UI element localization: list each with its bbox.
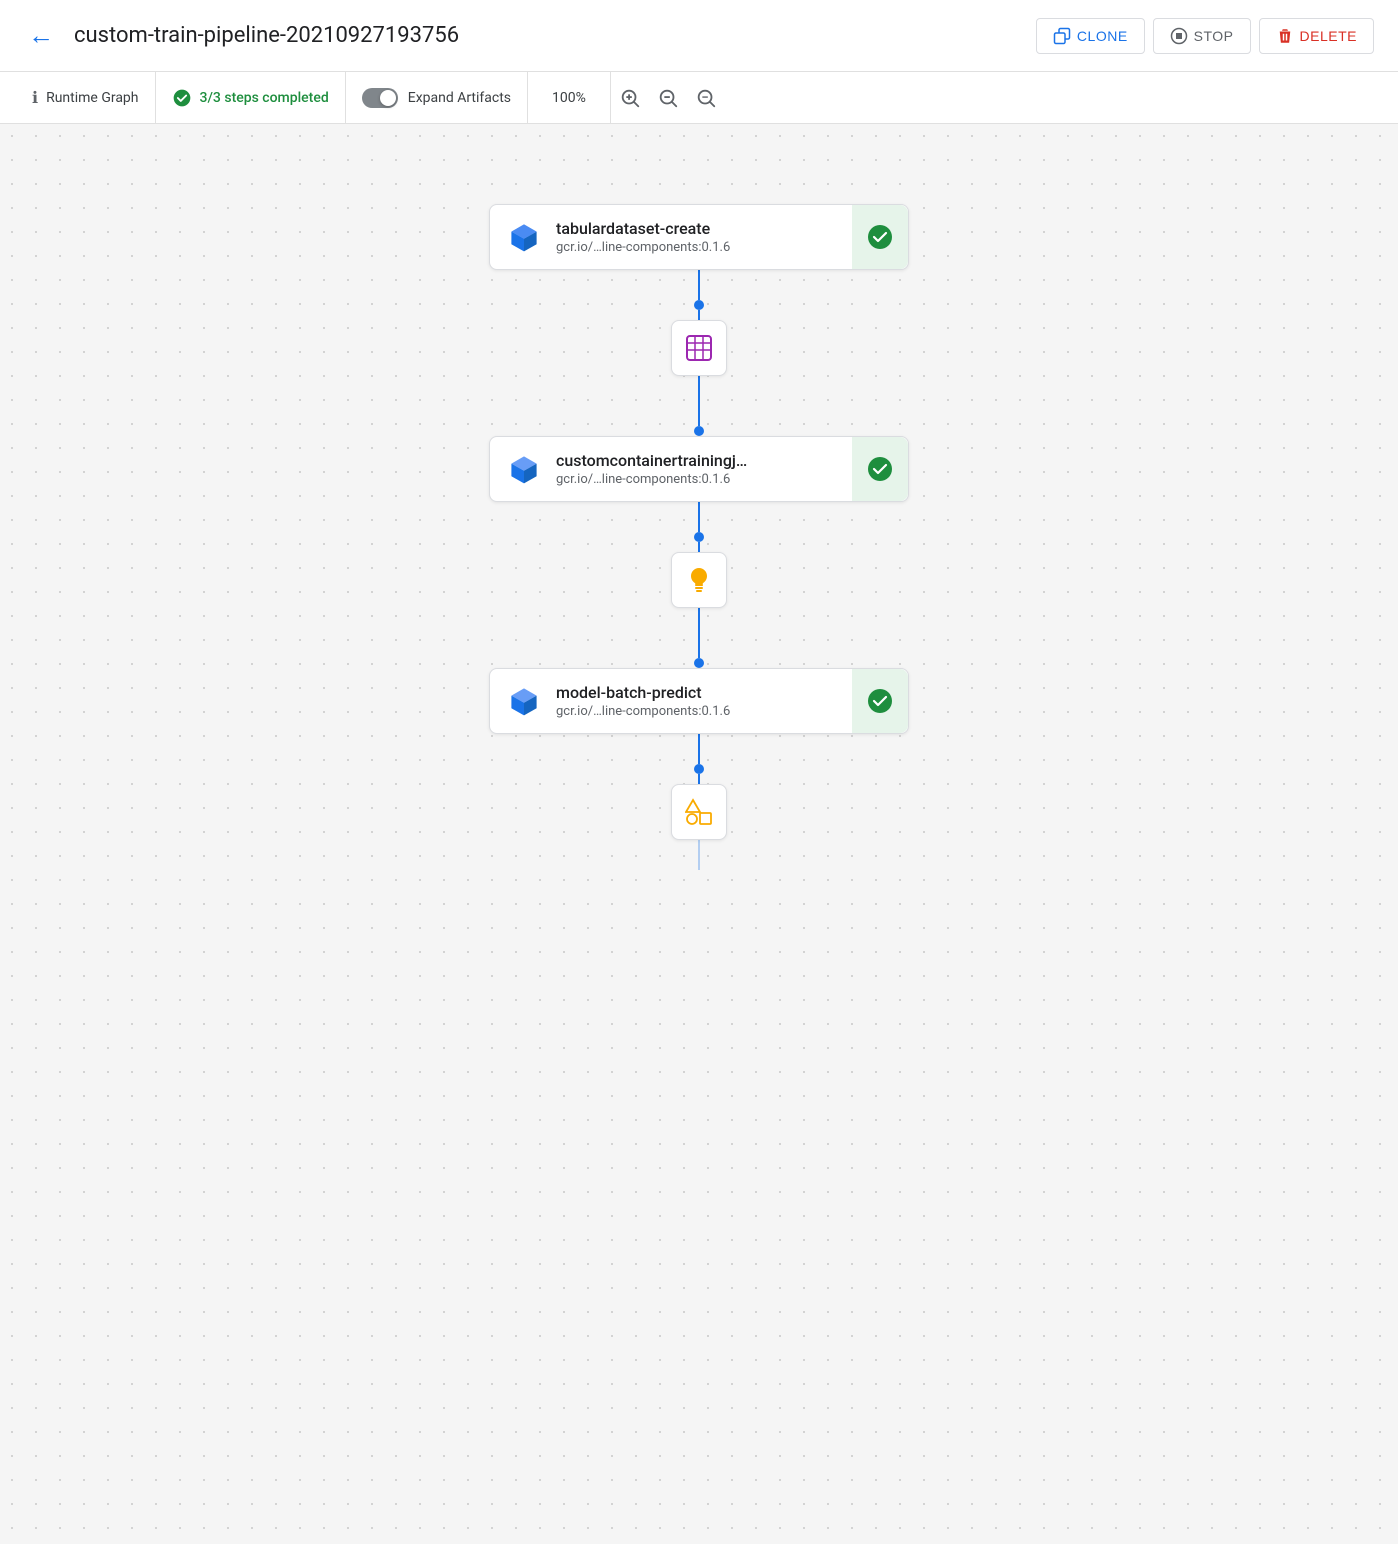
toggle-switch[interactable] <box>362 88 398 108</box>
connector-dot-3 <box>694 532 704 542</box>
delete-button[interactable]: DELETE <box>1259 18 1374 54</box>
zoom-out-icon <box>657 87 679 109</box>
header: ← custom-train-pipeline-20210927193756 C… <box>0 0 1398 72</box>
clone-icon <box>1053 27 1071 45</box>
node-3-subtitle: gcr.io/…line-components:0.1.6 <box>556 704 892 719</box>
zoom-in-icon <box>619 87 641 109</box>
connector-dot-1 <box>694 300 704 310</box>
node-2-status-icon <box>866 455 894 483</box>
toolbar: ℹ Runtime Graph 3/3 steps completed Expa… <box>0 72 1398 124</box>
artifact-node-2[interactable] <box>671 552 727 608</box>
node-1-status-bg <box>852 205 908 269</box>
stop-icon <box>1170 27 1188 45</box>
node-3-name: model-batch-predict <box>556 683 892 702</box>
connector-dot-5 <box>694 764 704 774</box>
node-1-name: tabulardataset-create <box>556 219 892 238</box>
node-2-status-bg <box>852 437 908 501</box>
node-1-subtitle: gcr.io/…line-components:0.1.6 <box>556 240 892 255</box>
stop-button[interactable]: STOP <box>1153 18 1251 54</box>
check-circle-icon <box>172 88 192 108</box>
zoom-out-button[interactable] <box>649 79 687 117</box>
table-icon <box>685 334 713 362</box>
pipeline-flow: tabulardataset-create gcr.io/…line-compo… <box>0 124 1398 870</box>
node-2-name: customcontainertrainingj… <box>556 451 892 470</box>
cube-icon-3 <box>506 683 542 719</box>
clone-button[interactable]: CLONE <box>1036 18 1145 54</box>
node-3-info: model-batch-predict gcr.io/…line-compone… <box>556 683 892 719</box>
zoom-fit-icon <box>695 87 717 109</box>
runtime-graph-tab[interactable]: ℹ Runtime Graph <box>16 72 156 123</box>
connector-dot-2 <box>694 426 704 436</box>
node-3-status-bg <box>852 669 908 733</box>
zoom-fit-button[interactable] <box>687 79 725 117</box>
expand-artifacts-toggle[interactable]: Expand Artifacts <box>346 72 528 123</box>
artifact-node-3[interactable] <box>671 784 727 840</box>
pipeline-node-2[interactable]: customcontainertrainingj… gcr.io/…line-c… <box>489 436 909 502</box>
page-title: custom-train-pipeline-20210927193756 <box>74 23 1020 48</box>
model-icon <box>686 566 712 594</box>
pipeline-canvas: tabulardataset-create gcr.io/…line-compo… <box>0 124 1398 1544</box>
steps-status: 3/3 steps completed <box>156 72 346 123</box>
zoom-in-button[interactable] <box>611 79 649 117</box>
node-2-subtitle: gcr.io/…line-components:0.1.6 <box>556 472 892 487</box>
cube-icon-1 <box>506 219 542 255</box>
artifact-node-1[interactable] <box>671 320 727 376</box>
delete-icon <box>1276 27 1294 45</box>
node-1-status-icon <box>866 223 894 251</box>
pipeline-node-3[interactable]: model-batch-predict gcr.io/…line-compone… <box>489 668 909 734</box>
connector-dot-4 <box>694 658 704 668</box>
back-button[interactable]: ← <box>24 16 58 55</box>
info-icon: ℹ <box>32 88 38 107</box>
pipeline-node-1[interactable]: tabulardataset-create gcr.io/…line-compo… <box>489 204 909 270</box>
node-1-info: tabulardataset-create gcr.io/…line-compo… <box>556 219 892 255</box>
cube-icon-2 <box>506 451 542 487</box>
zoom-level-display: 100% <box>528 72 611 123</box>
shapes-icon <box>685 798 713 826</box>
node-2-info: customcontainertrainingj… gcr.io/…line-c… <box>556 451 892 487</box>
header-actions: CLONE STOP DELETE <box>1036 18 1374 54</box>
node-3-status-icon <box>866 687 894 715</box>
